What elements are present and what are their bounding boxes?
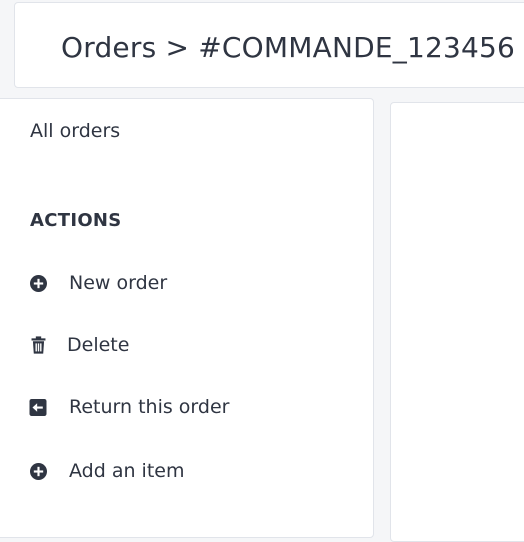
plus-circle-icon [28, 461, 48, 481]
new-order-action[interactable]: New order [28, 271, 167, 295]
delete-action[interactable]: Delete [28, 333, 129, 357]
return-order-label: Return this order [69, 396, 230, 418]
delete-label: Delete [67, 334, 130, 356]
add-item-label: Add an item [69, 460, 185, 482]
plus-circle-icon [28, 273, 48, 293]
page-header: Orders > #COMMANDE_123456 [14, 2, 524, 88]
all-orders-link[interactable]: All orders [30, 120, 120, 142]
main-content-panel [390, 102, 524, 542]
add-item-action[interactable]: Add an item [28, 459, 184, 483]
actions-heading: ACTIONS [30, 210, 122, 231]
breadcrumb: Orders > #COMMANDE_123456 [61, 31, 516, 64]
return-arrow-icon [28, 397, 48, 417]
new-order-label: New order [69, 272, 168, 294]
trash-icon [28, 335, 48, 355]
return-order-action[interactable]: Return this order [28, 395, 229, 419]
